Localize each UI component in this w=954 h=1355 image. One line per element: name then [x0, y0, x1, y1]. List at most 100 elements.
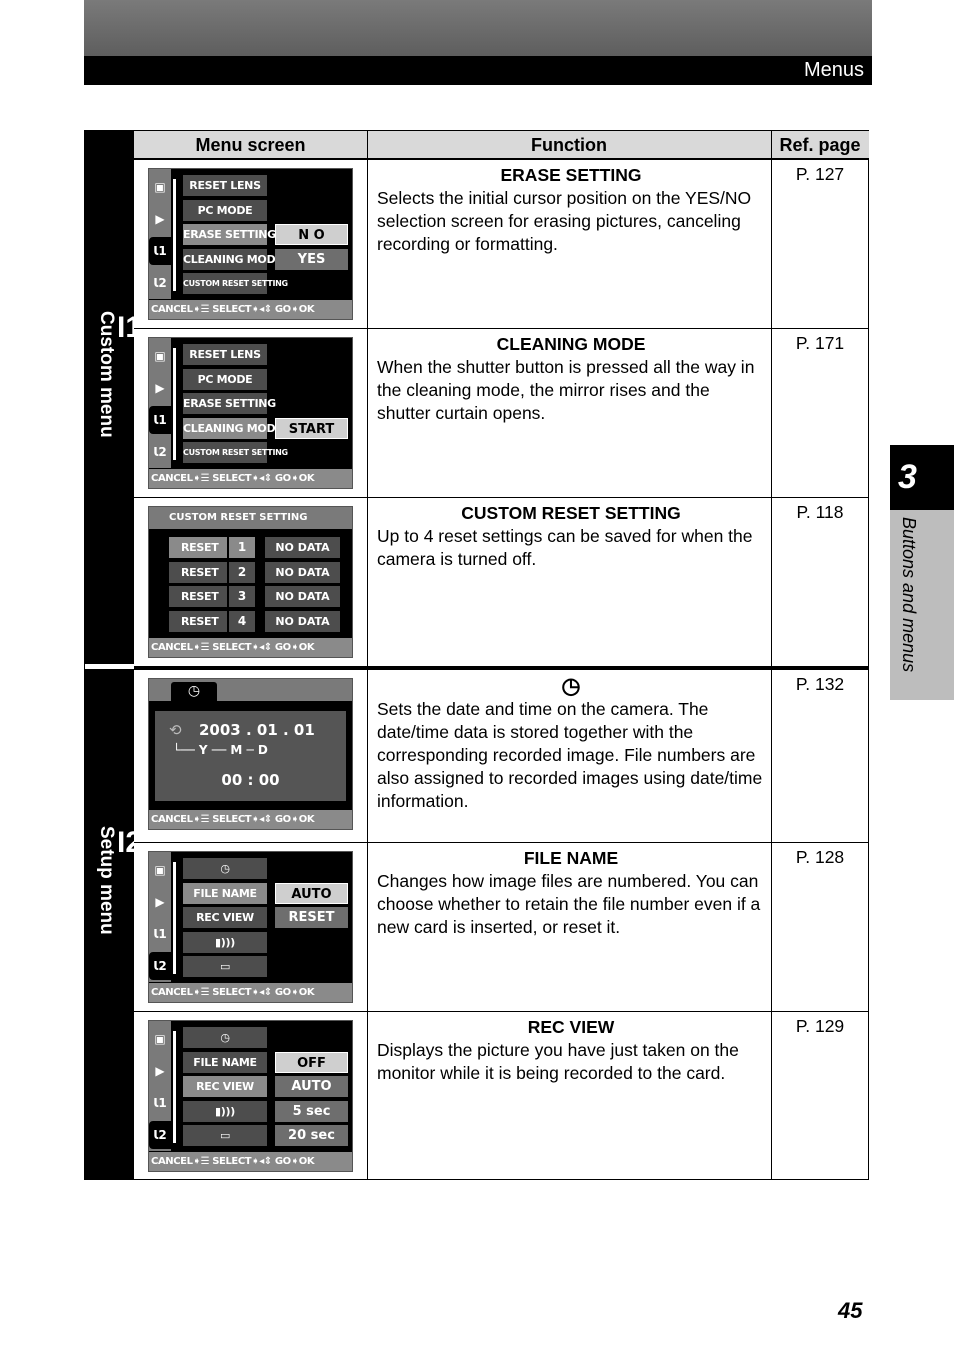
scrollbar: [173, 179, 176, 291]
camera-tab-icon: ▣: [154, 180, 166, 194]
menu-item: REC VIEW: [183, 1076, 267, 1098]
camera-tab-icon: ▣: [154, 349, 166, 363]
menu-option: 5 sec: [275, 1100, 348, 1122]
screen-button-guide: CANCEL➧☰ SELECT➧◂⇕ GO➧OK: [149, 638, 352, 657]
menu-item: CUSTOM RESET SETTING: [183, 442, 288, 464]
reset-value: NO DATA: [265, 561, 340, 583]
screen-button-guide: CANCEL➧☰ SELECT➧◂⇕ GO➧OK: [149, 300, 352, 319]
play-tab-icon: ▶: [155, 381, 165, 395]
page-number: 45: [838, 1298, 863, 1323]
clock-tab-icon: ◷: [171, 682, 217, 701]
menu-option: OFF: [275, 1051, 348, 1073]
table-row: ▣ ▶ Ɩ1 Ɩ2 RESET LENS PC MODE ERASE SETTING CLEA…: [134, 328, 869, 497]
ref-page: P. 127: [795, 164, 845, 184]
function-title: FILE NAME: [523, 848, 619, 868]
setup-tab-icon: Ɩ2: [153, 276, 167, 290]
clock-icon: ◷: [561, 673, 581, 698]
chapter-tab: 3 Buttons and menus: [890, 445, 954, 700]
chapter-label: Buttons and menus: [899, 517, 919, 673]
screen-button-guide: CANCEL➧☰ SELECT➧◂⇕ GO➧OK: [149, 469, 352, 488]
custom-tab-icon: Ɩ1: [149, 237, 171, 265]
function-cell: CUSTOM RESET SETTING Up to 4 reset settin…: [377, 502, 765, 571]
function-cell: ◷ Sets the date and time on the camera. T…: [377, 674, 765, 813]
header-bar: Menus: [84, 56, 872, 85]
reset-number: 3: [229, 586, 255, 608]
reset-slot: RESET: [169, 610, 227, 632]
camera-screen: CUSTOM RESET SETTING RESET 1 NO DATA RESET 2 N…: [148, 506, 353, 658]
play-tab-icon: ▶: [155, 212, 165, 226]
function-cell: CLEANING MODE When the shutter button is …: [377, 333, 765, 425]
reset-slot: RESET: [169, 586, 227, 608]
table-row: ◷ 2003 . 01 . 01 └── Y ── M ─ D 00 : 00 ⟲ CAN…: [134, 666, 869, 842]
header-title: Menus: [803, 59, 864, 81]
menu-item: ▭: [183, 1125, 267, 1147]
ref-page: P. 132: [795, 674, 845, 694]
menu-table: Ɩ1 Custom menu Ɩ2 Setup menu Menu screen…: [84, 130, 869, 1180]
function-cell: ERASE SETTING Selects the initial cursor …: [377, 164, 765, 256]
table-row: ▣ ▶ Ɩ1 Ɩ2 ◷ FILE NAME REC VIEW ▮))) ▭ OFF AUTO 5 se…: [134, 1011, 869, 1180]
function-cell: REC VIEW Displays the picture you have ju…: [377, 1016, 765, 1085]
manual-page: Menus Ɩ1 Custom menu Ɩ2 Setup menu Menu …: [0, 0, 954, 1355]
menu-item: CLEANING MODE: [183, 248, 283, 270]
menu-item: RESET LENS: [183, 175, 267, 196]
function-title: REC VIEW: [527, 1017, 615, 1037]
time-value: 00 : 00: [221, 771, 280, 789]
function-description: When the shutter button is pressed all t…: [377, 357, 755, 423]
menu-item: ▮))): [183, 931, 267, 953]
reset-number: 4: [229, 610, 255, 632]
function-title: ERASE SETTING: [500, 165, 642, 185]
custom-tab-icon: Ɩ1: [153, 1096, 167, 1110]
table-row: ▣ ▶ Ɩ1 Ɩ2 ◷ FILE NAME REC VIEW ▮))) ▭ AUTO RESET CA…: [134, 842, 869, 1011]
header-menu-screen: Menu screen: [134, 131, 367, 159]
section-label: Custom menu: [96, 311, 117, 438]
reset-slot: RESET: [169, 561, 227, 583]
menu-item: CUSTOM RESET SETTING: [183, 273, 288, 295]
camera-tab-icon: ▣: [154, 1032, 166, 1046]
table-row: CUSTOM RESET SETTING RESET 1 NO DATA RESET 2 N…: [134, 497, 869, 666]
ref-page: P. 129: [795, 1016, 845, 1036]
camera-screen: ▣ ▶ Ɩ1 Ɩ2 RESET LENS PC MODE ERASE SETTING CLEA…: [148, 168, 353, 320]
menu-item: ◷: [183, 858, 267, 879]
function-description: Displays the picture you have just taken…: [377, 1040, 739, 1083]
play-tab-icon: ▶: [155, 1064, 165, 1078]
menu-item: ▭: [183, 956, 267, 978]
menu-option: AUTO: [275, 1076, 348, 1098]
chapter-number: 3: [890, 445, 954, 510]
function-description: Changes how image files are numbered. Yo…: [377, 871, 761, 937]
setup-tab-icon: Ɩ2: [149, 952, 171, 980]
scrollbar: [173, 862, 176, 974]
date-value: 2003 . 01 . 01: [199, 721, 315, 739]
menu-option: YES: [275, 248, 348, 270]
menu-item: FILE NAME: [183, 1051, 267, 1073]
reset-number: 1: [229, 537, 255, 558]
screen-button-guide: CANCEL➧☰ SELECT➧◂⇕ GO➧OK: [149, 983, 352, 1002]
column-divider: [771, 131, 772, 1179]
menu-item: PC MODE: [183, 368, 267, 390]
menu-item: FILE NAME: [183, 882, 267, 904]
custom-tab-icon: Ɩ1: [153, 927, 167, 941]
reset-number: 2: [229, 561, 255, 583]
section-divider: [85, 664, 134, 669]
function-description: Selects the initial cursor position on t…: [377, 188, 752, 254]
ref-page: P. 128: [795, 847, 845, 867]
ref-page: P. 171: [795, 333, 845, 353]
menu-option: N O: [275, 224, 348, 246]
reset-value: NO DATA: [265, 610, 340, 632]
cycle-icon: ⟲: [169, 721, 182, 739]
table-row: ▣ ▶ Ɩ1 Ɩ2 RESET LENS PC MODE ERASE SETTING CLEA…: [134, 159, 869, 328]
screen-button-guide: CANCEL➧☰ SELECT➧◂⇕ GO➧OK: [149, 810, 352, 829]
menu-item: ERASE SETTING: [183, 224, 276, 246]
menu-item: ◷: [183, 1027, 267, 1048]
section-label: Setup menu: [96, 826, 117, 935]
menu-item: PC MODE: [183, 199, 267, 221]
camera-screen: ▣ ▶ Ɩ1 Ɩ2 ◷ FILE NAME REC VIEW ▮))) ▭ AUTO RESET CA…: [148, 851, 353, 1003]
function-cell: FILE NAME Changes how image files are num…: [377, 847, 765, 939]
menu-item: REC VIEW: [183, 907, 267, 929]
custom-tab-icon: Ɩ1: [149, 406, 171, 434]
scrollbar: [173, 348, 176, 460]
function-title: CLEANING MODE: [496, 334, 646, 354]
function-title: CUSTOM RESET SETTING: [461, 503, 681, 523]
menu-item: RESET LENS: [183, 344, 267, 365]
screen-button-guide: CANCEL➧☰ SELECT➧◂⇕ GO➧OK: [149, 1152, 352, 1171]
header-band: [84, 0, 872, 56]
